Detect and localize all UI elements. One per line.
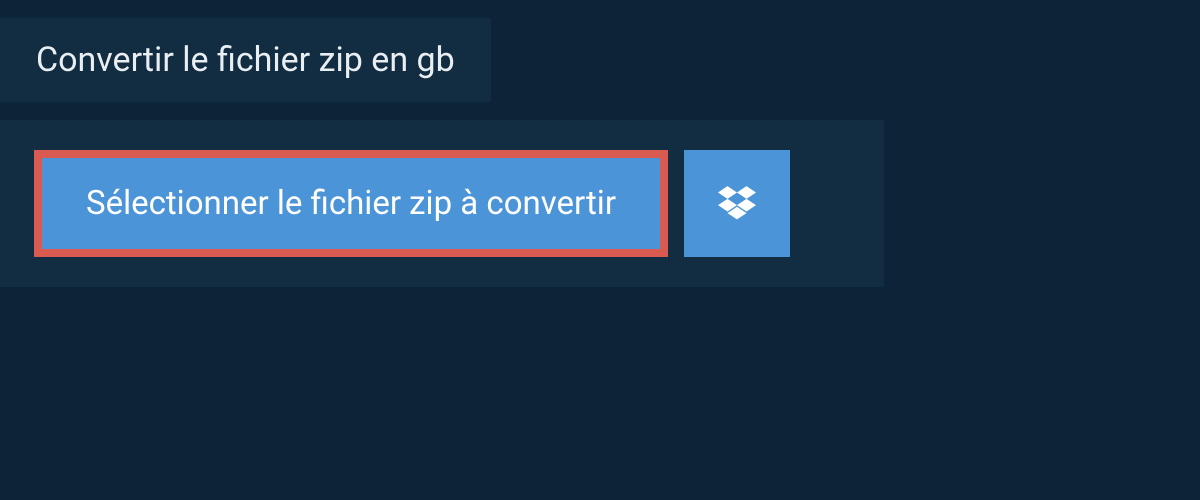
page-title: Convertir le fichier zip en gb — [36, 40, 455, 80]
select-file-label: Sélectionner le fichier zip à convertir — [86, 184, 616, 223]
dropbox-upload-button[interactable] — [684, 150, 790, 257]
upload-actions-panel: Sélectionner le fichier zip à convertir — [0, 120, 884, 287]
select-file-button[interactable]: Sélectionner le fichier zip à convertir — [34, 150, 668, 257]
page-title-tab: Convertir le fichier zip en gb — [0, 18, 491, 102]
dropbox-icon — [718, 183, 756, 225]
